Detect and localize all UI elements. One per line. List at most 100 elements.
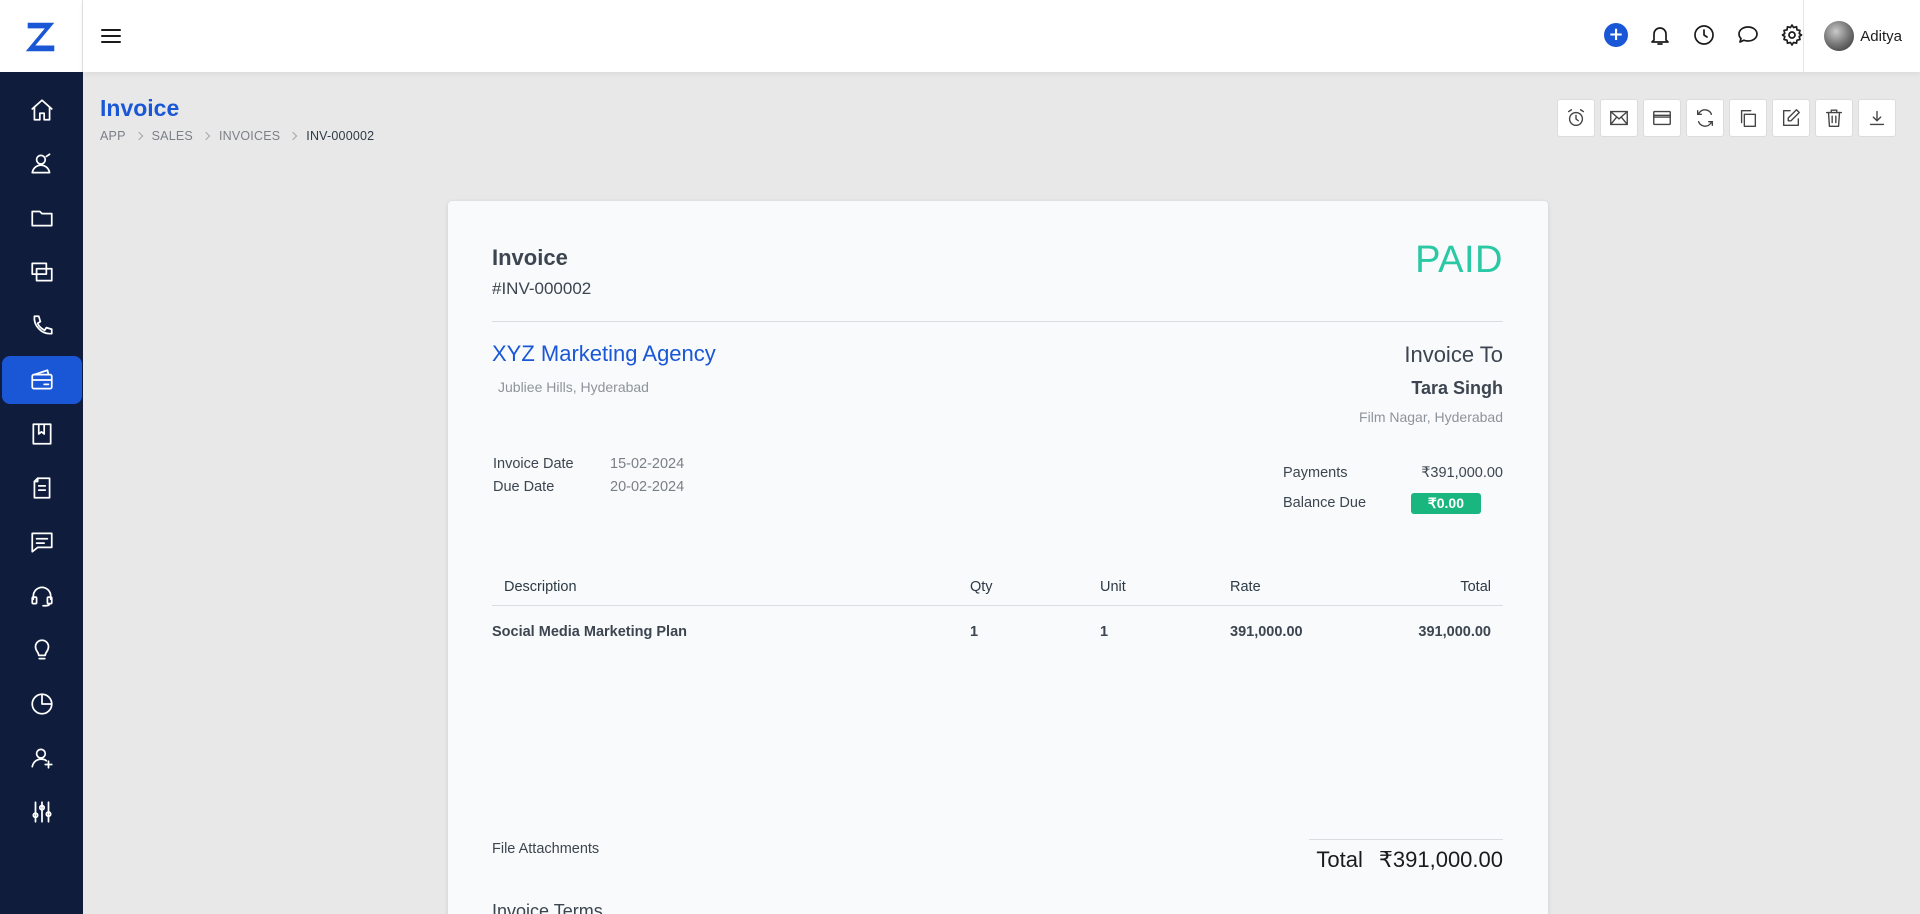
balance-row: Balance Due ₹0.00	[1283, 491, 1503, 515]
edit-button[interactable]	[1772, 99, 1810, 137]
clone-button[interactable]	[1729, 99, 1767, 137]
column-description: Description	[504, 579, 577, 595]
sidebar-item-messages[interactable]	[0, 515, 83, 569]
avatar	[1824, 21, 1855, 51]
reminder-button[interactable]	[1557, 99, 1595, 137]
chevron-right-icon	[201, 131, 211, 141]
app-logo[interactable]	[0, 0, 83, 72]
sidebar-item-support[interactable]	[0, 569, 83, 623]
sidebar-item-calls[interactable]	[0, 299, 83, 353]
user-menu[interactable]: Aditya	[1824, 21, 1902, 51]
column-unit: Unit	[1100, 579, 1126, 595]
folder-icon	[30, 210, 53, 227]
divider	[492, 321, 1503, 322]
logo-icon	[25, 22, 55, 52]
quick-add-button[interactable]: +	[1601, 18, 1631, 52]
invoice-total: Total ₹391,000.00	[1316, 847, 1503, 873]
history-button[interactable]	[1689, 18, 1719, 52]
client-name: Tara Singh	[1411, 378, 1503, 398]
sidebar-item-contacts[interactable]	[0, 137, 83, 191]
copy-icon	[1740, 109, 1757, 127]
lightbulb-icon	[34, 639, 49, 660]
sidebar-nav	[0, 83, 83, 839]
column-rate: Rate	[1230, 579, 1261, 595]
message-icon	[1738, 26, 1758, 43]
sidebar-item-settings[interactable]	[0, 785, 83, 839]
email-icon	[1610, 110, 1628, 126]
payments-row: Payments ₹391,000.00	[1283, 461, 1503, 485]
menu-toggle-button[interactable]	[95, 20, 127, 52]
invoice-actions	[1557, 99, 1896, 137]
sidebar-item-knowledge[interactable]	[0, 407, 83, 461]
alarm-clock-icon	[1567, 109, 1585, 127]
sidebar-item-home[interactable]	[0, 83, 83, 137]
sidebar-item-reports[interactable]	[0, 677, 83, 731]
delete-button[interactable]	[1815, 99, 1853, 137]
invoice-card: Invoice #INV-000002 PAID XYZ Marketing A…	[448, 201, 1548, 914]
convert-button[interactable]	[1686, 99, 1724, 137]
due-date-value: 20-02-2024	[610, 479, 685, 495]
pie-chart-icon	[30, 693, 53, 715]
invoice-date-row: Invoice Date 15-02-2024	[493, 456, 684, 479]
table-header: Description Qty Unit Rate Total	[492, 579, 1503, 606]
top-bar: + Aditya	[83, 0, 1920, 72]
breadcrumb-invoices[interactable]: INVOICES	[219, 129, 280, 143]
status-badge: PAID	[1415, 239, 1503, 281]
sidebar-item-projects[interactable]	[0, 191, 83, 245]
sidebar-item-users[interactable]	[0, 731, 83, 785]
client-address: Film Nagar, Hyderabad	[1359, 409, 1503, 425]
chevron-right-icon	[289, 131, 298, 141]
total-value: ₹391,000.00	[1378, 847, 1503, 872]
refresh-icon	[1696, 109, 1714, 127]
invoice-terms-label: Invoice Terms	[492, 901, 603, 914]
item-qty: 1	[970, 624, 979, 640]
credit-card-icon	[1653, 110, 1671, 126]
sidebar-item-sales[interactable]	[0, 353, 83, 407]
chat-icon	[30, 532, 53, 553]
payment-summary: Payments ₹391,000.00 Balance Due ₹0.00	[1283, 461, 1503, 515]
balance-badge: ₹0.00	[1410, 492, 1481, 514]
chevron-right-icon	[134, 131, 143, 141]
item-unit: 1	[1100, 624, 1109, 640]
hamburger-icon	[101, 29, 121, 43]
item-description: Social Media Marketing Plan	[492, 624, 687, 640]
breadcrumb-app[interactable]: APP	[100, 129, 126, 143]
payments-label: Payments	[1283, 465, 1348, 481]
contacts-icon	[30, 153, 50, 174]
breadcrumb-sales[interactable]: SALES	[152, 129, 193, 143]
wallet-icon	[30, 369, 53, 390]
layers-icon	[30, 262, 53, 282]
sidebar-item-layers[interactable]	[0, 245, 83, 299]
payments-value: ₹391,000.00	[1421, 465, 1503, 481]
documents-icon	[33, 477, 50, 499]
gear-icon	[1781, 24, 1803, 46]
line-items-table: Description Qty Unit Rate Total Social M…	[492, 579, 1503, 640]
invoice-heading: Invoice	[492, 245, 568, 270]
top-divider	[1803, 0, 1804, 72]
total-divider	[1309, 839, 1503, 840]
column-qty: Qty	[970, 579, 993, 595]
invoice-number: #INV-000002	[492, 279, 592, 298]
invoice-date-label: Invoice Date	[493, 456, 574, 472]
email-button[interactable]	[1600, 99, 1638, 137]
download-button[interactable]	[1858, 99, 1896, 137]
plus-icon: +	[1604, 23, 1628, 47]
download-icon	[1869, 110, 1885, 126]
book-icon	[31, 423, 52, 445]
record-payment-button[interactable]	[1643, 99, 1681, 137]
chat-button[interactable]	[1733, 18, 1763, 52]
sidebar-item-ideas[interactable]	[0, 623, 83, 677]
bell-icon	[1651, 27, 1669, 45]
trash-icon	[1825, 109, 1843, 127]
phone-icon	[33, 315, 53, 335]
due-date-label: Due Date	[493, 479, 555, 495]
top-actions: +	[1601, 18, 1807, 52]
sliders-icon	[31, 801, 52, 823]
company-name: XYZ Marketing Agency	[492, 341, 716, 366]
due-date-row: Due Date 20-02-2024	[493, 479, 684, 502]
user-add-icon	[30, 748, 53, 769]
home-icon	[30, 99, 53, 121]
notifications-button[interactable]	[1645, 18, 1675, 52]
sidebar-item-documents[interactable]	[0, 461, 83, 515]
item-rate: 391,000.00	[1230, 624, 1303, 640]
